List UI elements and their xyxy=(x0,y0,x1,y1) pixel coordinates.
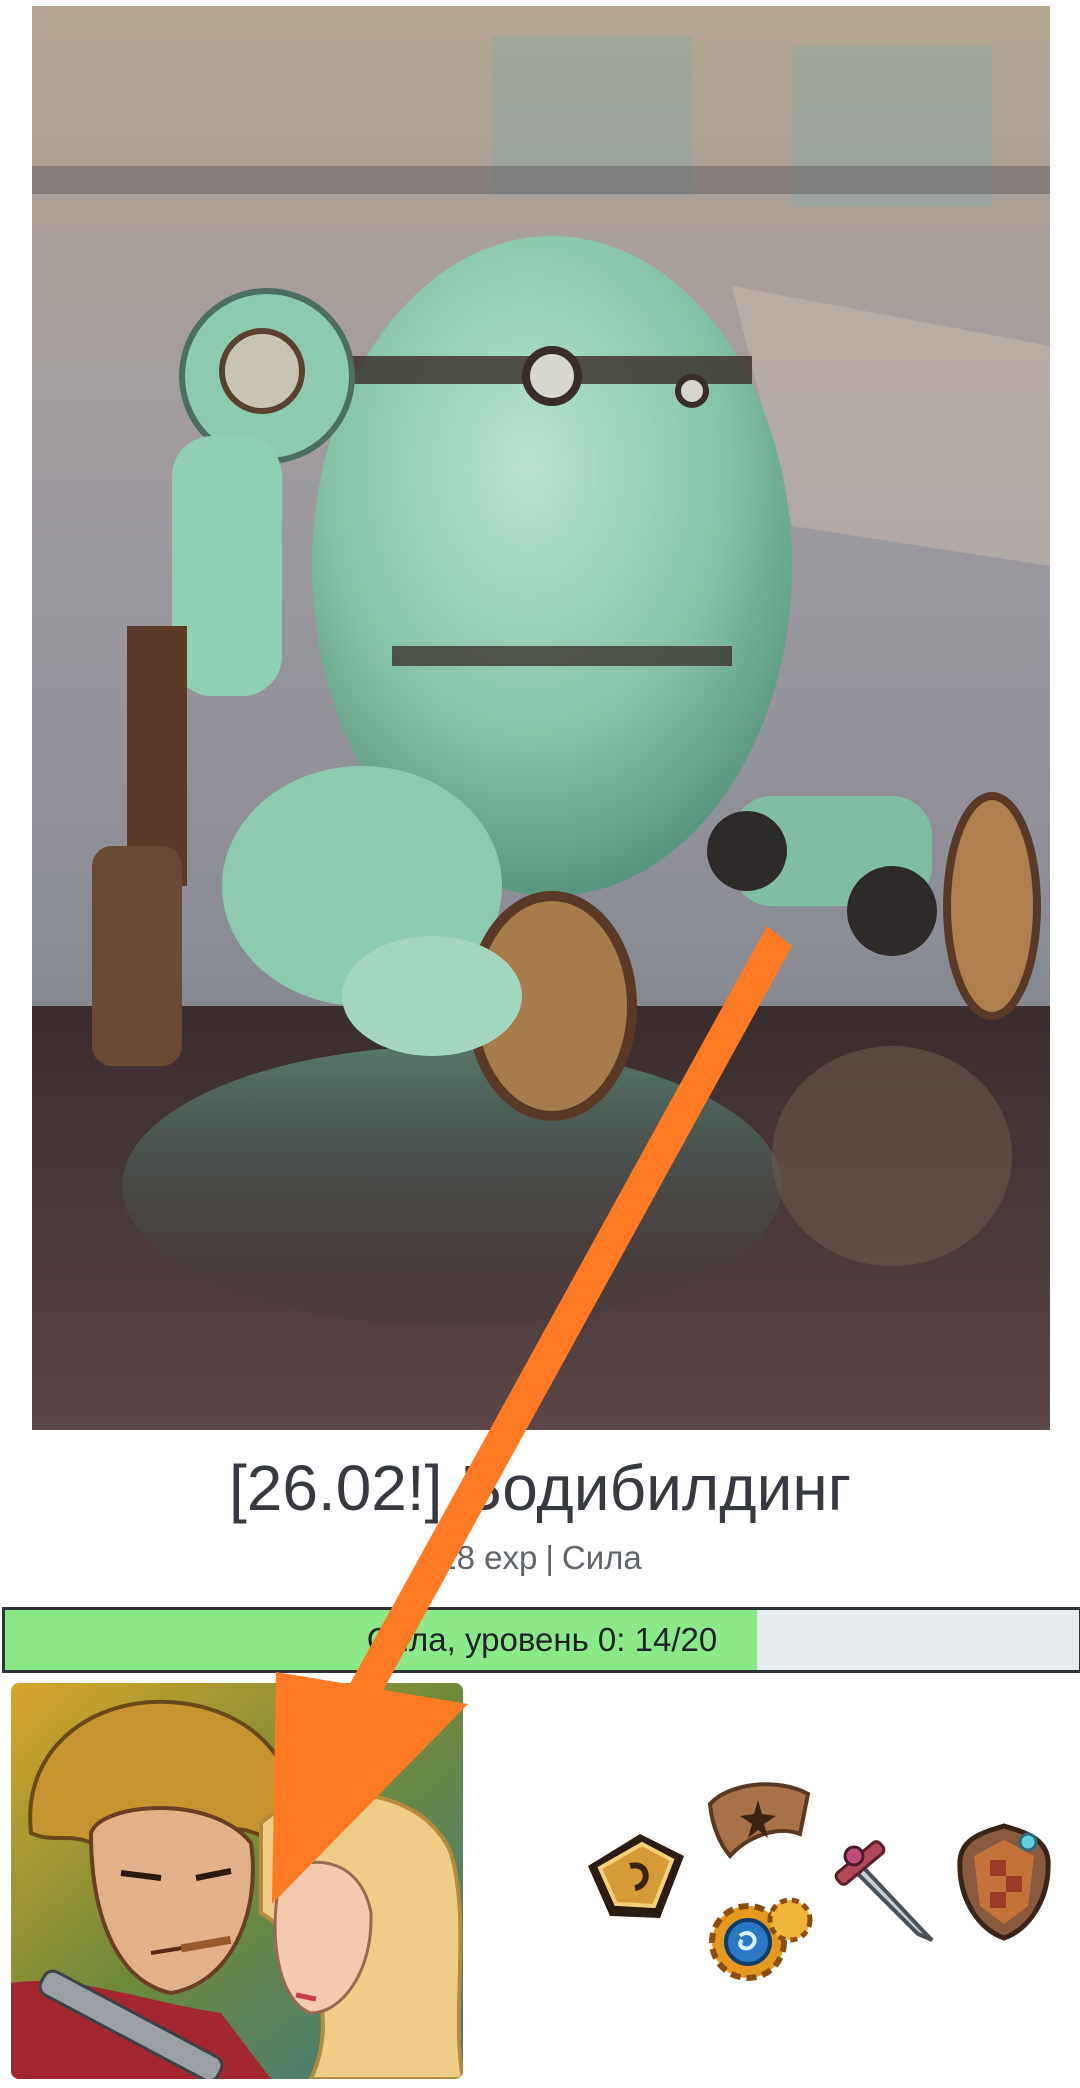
quest-category: Сила xyxy=(561,1539,642,1576)
progress-label: Сила, уровень 0: 14/20 xyxy=(366,1621,718,1658)
quest-title: [26.02!] Бодибилдинг xyxy=(228,1452,852,1524)
quest-meta: 28 exp | Сила xyxy=(0,1538,1080,1578)
quest-exp: 28 exp xyxy=(438,1539,538,1576)
level-progress-bar: Сила, уровень 0: 14/20 xyxy=(2,1607,1080,1673)
shield-icon[interactable] xyxy=(954,1820,1054,1944)
hero-image xyxy=(32,6,1050,1430)
bracer-icon[interactable] xyxy=(580,1826,692,1926)
sword-icon[interactable] xyxy=(826,1826,938,1946)
scroll-map-icon[interactable] xyxy=(700,1774,816,1870)
avatar[interactable] xyxy=(11,1683,463,2079)
gear-orb-icon[interactable] xyxy=(700,1890,816,1986)
meta-separator: | xyxy=(545,1539,554,1576)
